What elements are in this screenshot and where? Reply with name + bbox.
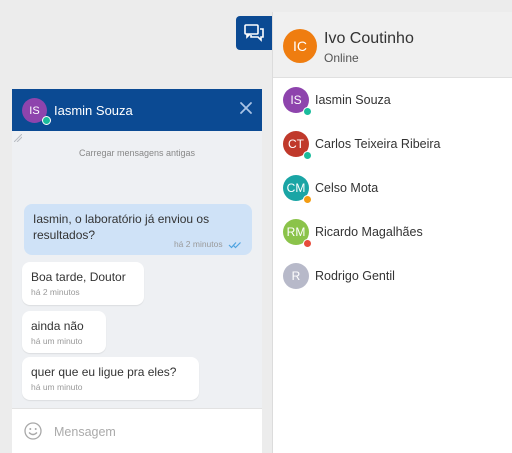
close-icon[interactable] (238, 100, 254, 116)
message-text: Boa tarde, Doutor (31, 270, 126, 284)
message-text: quer que eu ligue pra eles? (31, 365, 177, 379)
status-dot (303, 151, 312, 160)
avatar: IC (283, 29, 317, 63)
status-dot (303, 195, 312, 204)
message-time: há um minuto (31, 336, 83, 346)
status-dot (303, 107, 312, 116)
emoji-icon[interactable] (24, 422, 42, 440)
message-input[interactable] (52, 421, 256, 443)
toggle-chat-list-button[interactable] (236, 16, 272, 50)
contact-item-carlos-teixeira-ribeira[interactable]: CT Carlos Teixeira Ribeira (273, 122, 512, 166)
contact-name: Iasmin Souza (315, 93, 391, 107)
message-meta: há 2 minutos (174, 239, 242, 250)
message-time: há 2 minutos (31, 287, 80, 297)
contact-name: Rodrigo Gentil (315, 269, 395, 283)
message-text: ainda não (31, 319, 84, 333)
load-older-messages-link[interactable]: Carregar mensagens antigas (12, 148, 262, 158)
contact-name: Ricardo Magalhães (315, 225, 423, 239)
current-user-name: Ivo Coutinho (324, 30, 414, 47)
chat-contact-name: Iasmin Souza (54, 103, 133, 118)
message-composer (12, 408, 262, 453)
message-incoming: quer que eu ligue pra eles? há um minuto (22, 357, 199, 400)
status-dot (42, 116, 51, 125)
avatar: R (283, 263, 309, 289)
chat-bubbles-icon (244, 24, 264, 42)
contact-item-rodrigo-gentil[interactable]: R Rodrigo Gentil (273, 254, 512, 298)
double-check-icon (228, 241, 241, 249)
message-time: há 2 minutos (173, 239, 223, 249)
message-incoming: ainda não há um minuto (22, 311, 106, 353)
contact-item-celso-mota[interactable]: CM Celso Mota (273, 166, 512, 210)
contact-name: Celso Mota (315, 181, 379, 195)
current-user-status: Online (324, 51, 359, 65)
message-incoming: Boa tarde, Doutor há 2 minutos (22, 262, 144, 305)
message-time: há um minuto (31, 382, 83, 392)
message-outgoing: Iasmin, o laboratório já enviou os resul… (24, 204, 252, 255)
resize-handle-icon[interactable] (14, 134, 22, 142)
status-dot (303, 239, 312, 248)
contact-list: IS Iasmin Souza CT Carlos Teixeira Ribei… (273, 78, 512, 298)
contact-item-iasmin-souza[interactable]: IS Iasmin Souza (273, 78, 512, 122)
contacts-panel: IC Ivo Coutinho Online IS Iasmin Souza C… (272, 12, 512, 453)
current-user-header: IC Ivo Coutinho Online (273, 12, 512, 78)
chat-header: IS Iasmin Souza (12, 89, 262, 131)
contact-item-ricardo-magalhaes[interactable]: RM Ricardo Magalhães (273, 210, 512, 254)
chat-window: IS Iasmin Souza Carregar mensagens antig… (12, 89, 262, 453)
contact-name: Carlos Teixeira Ribeira (315, 137, 441, 151)
